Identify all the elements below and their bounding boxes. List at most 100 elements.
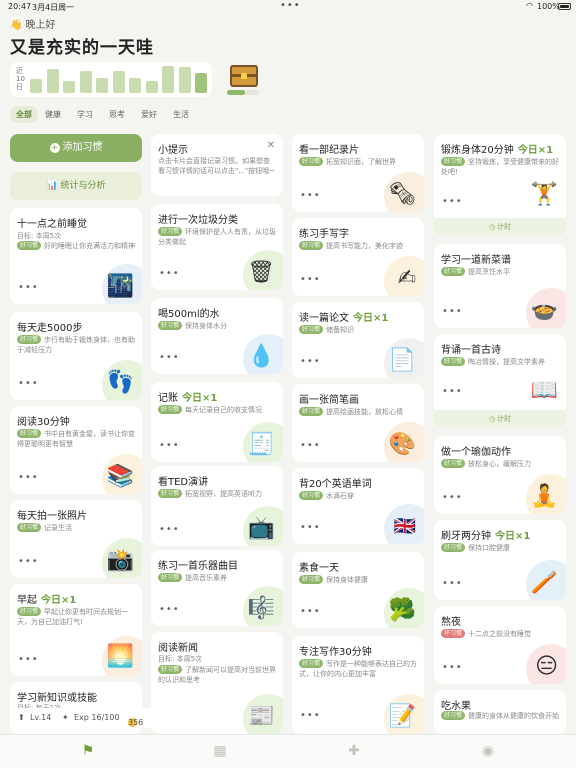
- tab-think[interactable]: 思考: [103, 106, 131, 123]
- habit-card[interactable]: 背20个英语单词 好习惯 水滴石穿 ••• 🇬🇧: [292, 468, 424, 544]
- more-button[interactable]: •••: [442, 662, 463, 673]
- habit-card[interactable]: 背诵一首古诗 好习惯 陶冶情操，提高文学素养 ••• 📖 ◷ 计时: [434, 334, 566, 428]
- more-button[interactable]: •••: [159, 524, 180, 535]
- tab-study[interactable]: 学习: [71, 106, 99, 123]
- more-button[interactable]: •••: [18, 472, 39, 483]
- battery-percent: 100%: [537, 2, 560, 11]
- more-button[interactable]: •••: [442, 306, 463, 317]
- habit-card[interactable]: 每天走5000步 好习惯 步行有助于锻炼身体，也有助于减轻压力 ••• 👣: [10, 312, 142, 400]
- status-time: 20:47: [8, 2, 32, 11]
- trash-bin-icon: 🗑: [247, 260, 275, 285]
- night-city-icon: 🌃: [106, 274, 134, 299]
- habit-card[interactable]: 素食一天 好习惯 保持身体健康 ••• 🥦: [292, 552, 424, 628]
- weightlifter-icon: 🏋: [530, 182, 558, 207]
- habit-card[interactable]: 记账 今日×1 好习惯 每天记录自己的收支情况 ••• 🧾: [151, 382, 283, 462]
- more-button[interactable]: •••: [159, 268, 180, 279]
- habit-card[interactable]: 喝500ml的水 好习惯 保持身体水分 ••• 💧: [151, 298, 283, 374]
- stats-button[interactable]: 📊 统计与分析: [10, 172, 142, 200]
- tip-card[interactable]: 小提示 ✕ 点击卡片会直接记录习惯。如果想查看习惯详情的话可以点击"..."按钮…: [151, 134, 283, 196]
- status-date: 3月4日周一: [32, 3, 75, 12]
- habit-card[interactable]: 锻炼身体20分钟 今日×1 好习惯 坚持锻炼，享受健康带来的好处吧! ••• 🏋 ◷…: [434, 134, 566, 236]
- more-button[interactable]: •••: [300, 606, 321, 617]
- more-button[interactable]: •••: [300, 190, 321, 201]
- wifi-icon: ◠: [526, 1, 533, 10]
- more-button[interactable]: •••: [442, 386, 463, 397]
- more-button[interactable]: •••: [18, 556, 39, 567]
- habit-card[interactable]: 每天拍一张照片 好习惯 记录生活 ••• 📸: [10, 500, 142, 578]
- chart-label: 近10日: [16, 67, 25, 91]
- habit-card[interactable]: 吃水果 好习惯 健康的身体从健康的饮食开始: [434, 690, 566, 734]
- habits-flag-icon[interactable]: ⚑: [78, 743, 98, 761]
- more-button[interactable]: •••: [18, 378, 39, 389]
- habit-card[interactable]: 练习一首乐器曲目 好习惯 提高音乐素养 ••• 🎼: [151, 550, 283, 626]
- habit-card[interactable]: 熬夜 坏习惯 十二点之前没有睡觉 ••• 😑: [434, 606, 566, 684]
- sunrise-icon: 🌅: [106, 644, 134, 669]
- chart-bar: [30, 79, 42, 93]
- timer-button[interactable]: ◷ 计时: [434, 410, 566, 428]
- uk-flag-icon: 🇬🇧: [393, 516, 416, 537]
- more-button[interactable]: •••: [442, 578, 463, 589]
- open-book-icon: 📖: [530, 378, 558, 403]
- habit-card[interactable]: 十一点之前睡觉 目标: 本周5次 好习惯 好的睡眠让你充满活力和精神 ••• 🌃: [10, 208, 142, 304]
- habit-card[interactable]: 早起 今日×1 好习惯 早起让你更有时间去规划一天，为自己加油打气! ••• 🌅: [10, 584, 142, 676]
- chart-bar: [162, 66, 174, 93]
- more-button[interactable]: •••: [300, 356, 321, 367]
- chart-bar: [46, 69, 59, 93]
- television-icon: 📺: [247, 516, 275, 541]
- bottom-nav: ⚑ ▦ ✚ ◉: [0, 734, 576, 768]
- water-drop-icon: 💧: [247, 344, 275, 369]
- chart-bar: [96, 78, 108, 93]
- habit-card[interactable]: 专注写作30分钟 好习惯 写作是一种能够表达自己的方式，让你的内心更加丰富 •••…: [292, 636, 424, 734]
- more-button[interactable]: •••: [442, 492, 463, 503]
- yoga-pose-icon: 🧘: [530, 484, 558, 509]
- tab-life[interactable]: 生活: [167, 106, 195, 123]
- puzzle-icon[interactable]: ✚: [344, 743, 364, 761]
- newspaper-icon: 🗞: [388, 182, 416, 207]
- tab-all[interactable]: 全部: [10, 106, 38, 123]
- chart-bar: [195, 73, 207, 93]
- more-button[interactable]: •••: [159, 440, 180, 451]
- habit-card[interactable]: 看一部纪录片 好习惯 拓宽知识面，了解世界 ••• 🗞: [292, 134, 424, 212]
- more-button[interactable]: •••: [300, 710, 321, 721]
- level-treasure[interactable]: [222, 62, 270, 97]
- multitask-dots-icon[interactable]: •••: [280, 0, 301, 11]
- level-progress-fill: [227, 90, 245, 95]
- broccoli-icon: 🥦: [388, 598, 416, 623]
- more-button[interactable]: •••: [18, 282, 39, 293]
- habit-card[interactable]: 学习一道新菜谱 好习惯 提高烹饪水平 ••• 🍲: [434, 244, 566, 328]
- close-icon[interactable]: ✕: [267, 140, 275, 151]
- habit-card[interactable]: 练习手写字 好习惯 提高书写能力，美化字迹 ••• ✍: [292, 218, 424, 296]
- profile-icon[interactable]: ◉: [478, 743, 498, 761]
- timer-button[interactable]: ◷ 计时: [434, 218, 566, 236]
- clock-icon: ◷: [488, 415, 498, 423]
- palette-icon: 🎨: [388, 432, 416, 457]
- habit-card[interactable]: 看TED演讲 好习惯 拓宽视野，提高英语听力 ••• 📺: [151, 466, 283, 546]
- habit-card[interactable]: 画一张简笔画 好习惯 提高绘画技能，放松心情 ••• 🎨: [292, 384, 424, 462]
- habit-card[interactable]: 读一篇论文 今日×1 好习惯 储备知识 ••• 📄: [292, 302, 424, 378]
- more-button[interactable]: •••: [300, 440, 321, 451]
- tab-health[interactable]: 健康: [39, 106, 67, 123]
- user-stats[interactable]: ⬆ Lv.14 ✦ Exp 16/100 356: [10, 708, 165, 728]
- recent-days-chart[interactable]: 近10日: [10, 62, 212, 97]
- more-button[interactable]: •••: [442, 196, 463, 207]
- add-habit-button[interactable]: + 添加习惯: [10, 134, 142, 162]
- more-button[interactable]: •••: [300, 274, 321, 285]
- more-button[interactable]: •••: [18, 654, 39, 665]
- document-icon: 📄: [388, 348, 416, 373]
- more-button[interactable]: •••: [300, 522, 321, 533]
- tab-hobby[interactable]: 爱好: [135, 106, 163, 123]
- habit-card[interactable]: 刷牙两分钟 今日×1 好习惯 保持口腔健康 ••• 🪥: [434, 520, 566, 600]
- more-button[interactable]: •••: [159, 352, 180, 363]
- chart-bar: [112, 71, 125, 93]
- habit-card[interactable]: 进行一次垃圾分类 好习惯 环境保护是人人有责，从垃圾分类做起 ••• 🗑: [151, 204, 283, 290]
- coin-count: 356: [128, 718, 144, 727]
- chart-icon: 📊: [46, 181, 61, 191]
- chart-bar: [63, 81, 75, 93]
- chart-bar: [178, 67, 191, 93]
- habit-card[interactable]: 阅读新闻 目标: 本周5次 好习惯 了解新闻可以提高对当前世界的认识和思考 📰: [151, 632, 283, 734]
- shop-icon[interactable]: ▦: [210, 743, 230, 761]
- habit-card[interactable]: 做一个瑜伽动作 好习惯 放松身心，缓解压力 ••• 🧘: [434, 436, 566, 514]
- clock-icon: ◷: [488, 223, 498, 231]
- habit-card[interactable]: 阅读30分钟 好习惯 书中自有黄金屋，读书让你变得更聪明更有智慧 ••• 📚: [10, 406, 142, 494]
- more-button[interactable]: •••: [159, 604, 180, 615]
